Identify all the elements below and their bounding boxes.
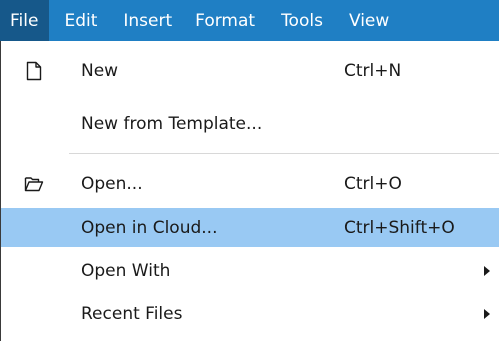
menu-item-label: Open in Cloud...: [81, 217, 218, 238]
submenu-arrow-icon: [484, 309, 490, 319]
menu-item-label: Open With: [81, 261, 171, 281]
menu-insert[interactable]: Insert: [107, 0, 182, 41]
menu-item-new-from-template[interactable]: New from Template...: [1, 105, 499, 143]
menu-format[interactable]: Format: [182, 0, 265, 41]
menu-item-shortcut: Ctrl+Shift+O: [344, 217, 455, 238]
open-folder-icon: [24, 173, 44, 195]
menu-item-open[interactable]: Open... Ctrl+O: [1, 165, 499, 203]
menu-item-shortcut: Ctrl+O: [344, 174, 402, 194]
menu-item-label: New from Template...: [81, 114, 263, 134]
menu-item-shortcut: Ctrl+N: [344, 61, 402, 81]
menu-item-open-in-cloud[interactable]: Open in Cloud... Ctrl+Shift+O: [1, 208, 499, 247]
menu-view[interactable]: View: [333, 0, 399, 41]
menu-item-label: New: [81, 61, 119, 81]
menu-bar: File Edit Insert Format Tools View: [0, 0, 499, 41]
menu-item-label: Recent Files: [81, 304, 183, 324]
menu-tools[interactable]: Tools: [265, 0, 333, 41]
menu-item-new[interactable]: New Ctrl+N: [1, 52, 499, 90]
menu-item-recent-files[interactable]: Recent Files: [1, 295, 499, 333]
submenu-arrow-icon: [484, 266, 490, 276]
new-document-icon: [24, 60, 44, 82]
menu-item-open-with[interactable]: Open With: [1, 252, 499, 290]
menu-file[interactable]: File: [0, 0, 50, 41]
file-menu-dropdown: New Ctrl+N New from Template... Open... …: [0, 41, 499, 341]
menu-item-label: Open...: [81, 174, 143, 194]
menu-edit[interactable]: Edit: [49, 0, 107, 41]
menu-separator: [69, 153, 499, 154]
